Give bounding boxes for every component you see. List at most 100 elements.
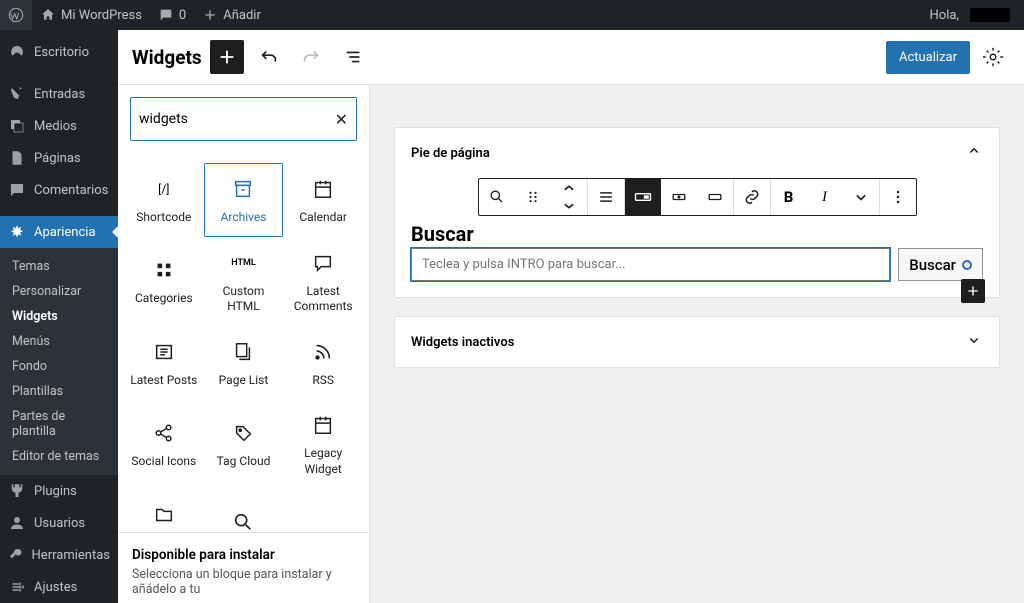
tb-options-icon[interactable] <box>880 179 916 215</box>
menu-settings[interactable]: Ajustes <box>0 571 118 603</box>
add-new-label: Añadir <box>223 8 261 23</box>
footer-panel-header[interactable]: Pie de página <box>395 128 999 178</box>
inactive-panel: Widgets inactivos <box>394 316 1000 368</box>
block-rss[interactable]: RSS <box>283 326 363 400</box>
comments-link[interactable]: 0 <box>150 0 194 30</box>
footer-panel: Pie de página <box>394 127 1000 298</box>
editor-toolbar: Widgets Actualizar <box>118 30 1024 85</box>
tb-more-formats-icon[interactable] <box>843 179 879 215</box>
wp-logo[interactable] <box>0 0 32 30</box>
html-icon: HTML <box>232 252 254 274</box>
folder-icon <box>153 504 175 526</box>
user-greeting[interactable]: Hola, <box>922 0 1024 30</box>
widget-canvas: Pie de página <box>370 85 1024 603</box>
available-title: Disponible para instalar <box>132 547 355 563</box>
tb-link-icon[interactable] <box>734 179 770 215</box>
inactive-panel-header[interactable]: Widgets inactivos <box>395 317 999 367</box>
update-button[interactable]: Actualizar <box>886 41 970 74</box>
menu-pages[interactable]: Páginas <box>0 142 118 174</box>
tb-button-only-icon[interactable] <box>661 179 697 215</box>
calendar-icon <box>312 178 334 200</box>
redo-button[interactable] <box>294 40 328 74</box>
submenu-theme-editor[interactable]: Editor de temas <box>0 444 118 469</box>
menu-plugins[interactable]: Plugins <box>0 475 118 507</box>
block-search-input[interactable] <box>139 111 335 127</box>
block-inserter-panel: ✕ [/]Shortcode Archives Calendar Categor… <box>118 85 370 603</box>
pagelist-icon <box>232 341 254 363</box>
menu-tools[interactable]: Herramientas <box>0 539 118 571</box>
site-link[interactable]: Mi WordPress <box>32 0 150 30</box>
rss-icon <box>312 341 334 363</box>
add-new[interactable]: Añadir <box>194 0 269 30</box>
submenu-background[interactable]: Fondo <box>0 354 118 379</box>
block-toolbar: B I <box>478 178 917 216</box>
submenu-customize[interactable]: Personalizar <box>0 279 118 304</box>
tb-drag-icon[interactable] <box>515 179 551 215</box>
legacy-icon <box>312 414 334 436</box>
posts-icon <box>153 341 175 363</box>
list-view-button[interactable] <box>336 40 370 74</box>
tb-no-button-icon[interactable] <box>697 179 733 215</box>
block-social-icons[interactable]: Social Icons <box>124 399 204 488</box>
admin-sidebar: Escritorio Entradas Medios Páginas Comen… <box>0 30 118 603</box>
tb-button-inside-icon[interactable] <box>625 179 661 215</box>
submenu-widgets[interactable]: Widgets <box>0 304 118 329</box>
appearance-submenu: Temas Personalizar Widgets Menús Fondo P… <box>0 248 118 475</box>
tag-icon <box>232 422 254 444</box>
add-block-toggle[interactable] <box>210 40 244 74</box>
undo-button[interactable] <box>252 40 286 74</box>
tb-italic-button[interactable]: I <box>807 179 843 215</box>
block-latest-comments[interactable]: Latest Comments <box>283 237 363 326</box>
block-shortcode[interactable]: [/]Shortcode <box>124 163 204 237</box>
admin-bar: Mi WordPress 0 Añadir Hola, <box>0 0 1024 30</box>
search-block-title[interactable]: Buscar <box>411 222 983 246</box>
comment-icon <box>312 252 334 274</box>
menu-comments[interactable]: Comentarios <box>0 174 118 206</box>
tb-move-icon[interactable] <box>551 179 587 215</box>
resize-handle-icon[interactable] <box>962 260 972 270</box>
shortcode-icon: [/] <box>153 178 175 200</box>
submenu-themes[interactable]: Temas <box>0 254 118 279</box>
block-search[interactable]: Search <box>204 489 284 532</box>
submenu-templates[interactable]: Plantillas <box>0 379 118 404</box>
block-custom-html[interactable]: HTMLCustom HTML <box>204 237 284 326</box>
chevron-up-icon <box>965 142 983 164</box>
search-block-input[interactable] <box>411 248 890 281</box>
menu-media[interactable]: Medios <box>0 110 118 142</box>
search-icon <box>232 511 254 532</box>
submenu-menus[interactable]: Menús <box>0 329 118 354</box>
add-block-inline-button[interactable] <box>961 279 985 303</box>
page-title: Widgets <box>132 46 202 69</box>
menu-users[interactable]: Usuarios <box>0 507 118 539</box>
menu-appearance[interactable]: Apariencia <box>0 216 118 248</box>
tb-bold-button[interactable]: B <box>771 179 807 215</box>
block-search-box: ✕ <box>130 97 357 141</box>
block-latest-posts[interactable]: Latest Posts <box>124 326 204 400</box>
tb-search-icon[interactable] <box>479 179 515 215</box>
tb-align-icon[interactable] <box>588 179 624 215</box>
search-block-button[interactable]: Buscar <box>898 248 983 281</box>
submenu-template-parts[interactable]: Partes de plantilla <box>0 404 118 444</box>
comments-count: 0 <box>179 8 186 23</box>
available-to-install: Disponible para instalar Selecciona un b… <box>118 532 369 603</box>
clear-search-icon[interactable]: ✕ <box>335 110 348 129</box>
menu-dashboard[interactable]: Escritorio <box>0 36 118 68</box>
content-area: Widgets Actualizar ✕ <box>118 30 1024 603</box>
block-tag-cloud[interactable]: Tag Cloud <box>204 399 284 488</box>
settings-button[interactable] <box>976 40 1010 74</box>
block-categories[interactable]: Categories <box>124 237 204 326</box>
share-icon <box>153 422 175 444</box>
greeting-text: Hola, <box>930 8 959 23</box>
site-name: Mi WordPress <box>61 8 142 23</box>
archives-icon <box>232 178 254 200</box>
block-grid: [/]Shortcode Archives Calendar Categorie… <box>118 153 369 532</box>
block-page-list[interactable]: Page List <box>204 326 284 400</box>
block-legacy-widget[interactable]: Legacy Widget <box>283 399 363 488</box>
menu-posts[interactable]: Entradas <box>0 78 118 110</box>
block-archives[interactable]: Archives <box>204 163 284 237</box>
block-widget-area[interactable]: Área de widgets <box>124 489 204 532</box>
chevron-down-icon <box>965 331 983 353</box>
block-calendar[interactable]: Calendar <box>283 163 363 237</box>
categories-icon <box>153 259 175 281</box>
available-desc: Selecciona un bloque para instalar y añá… <box>132 567 355 597</box>
